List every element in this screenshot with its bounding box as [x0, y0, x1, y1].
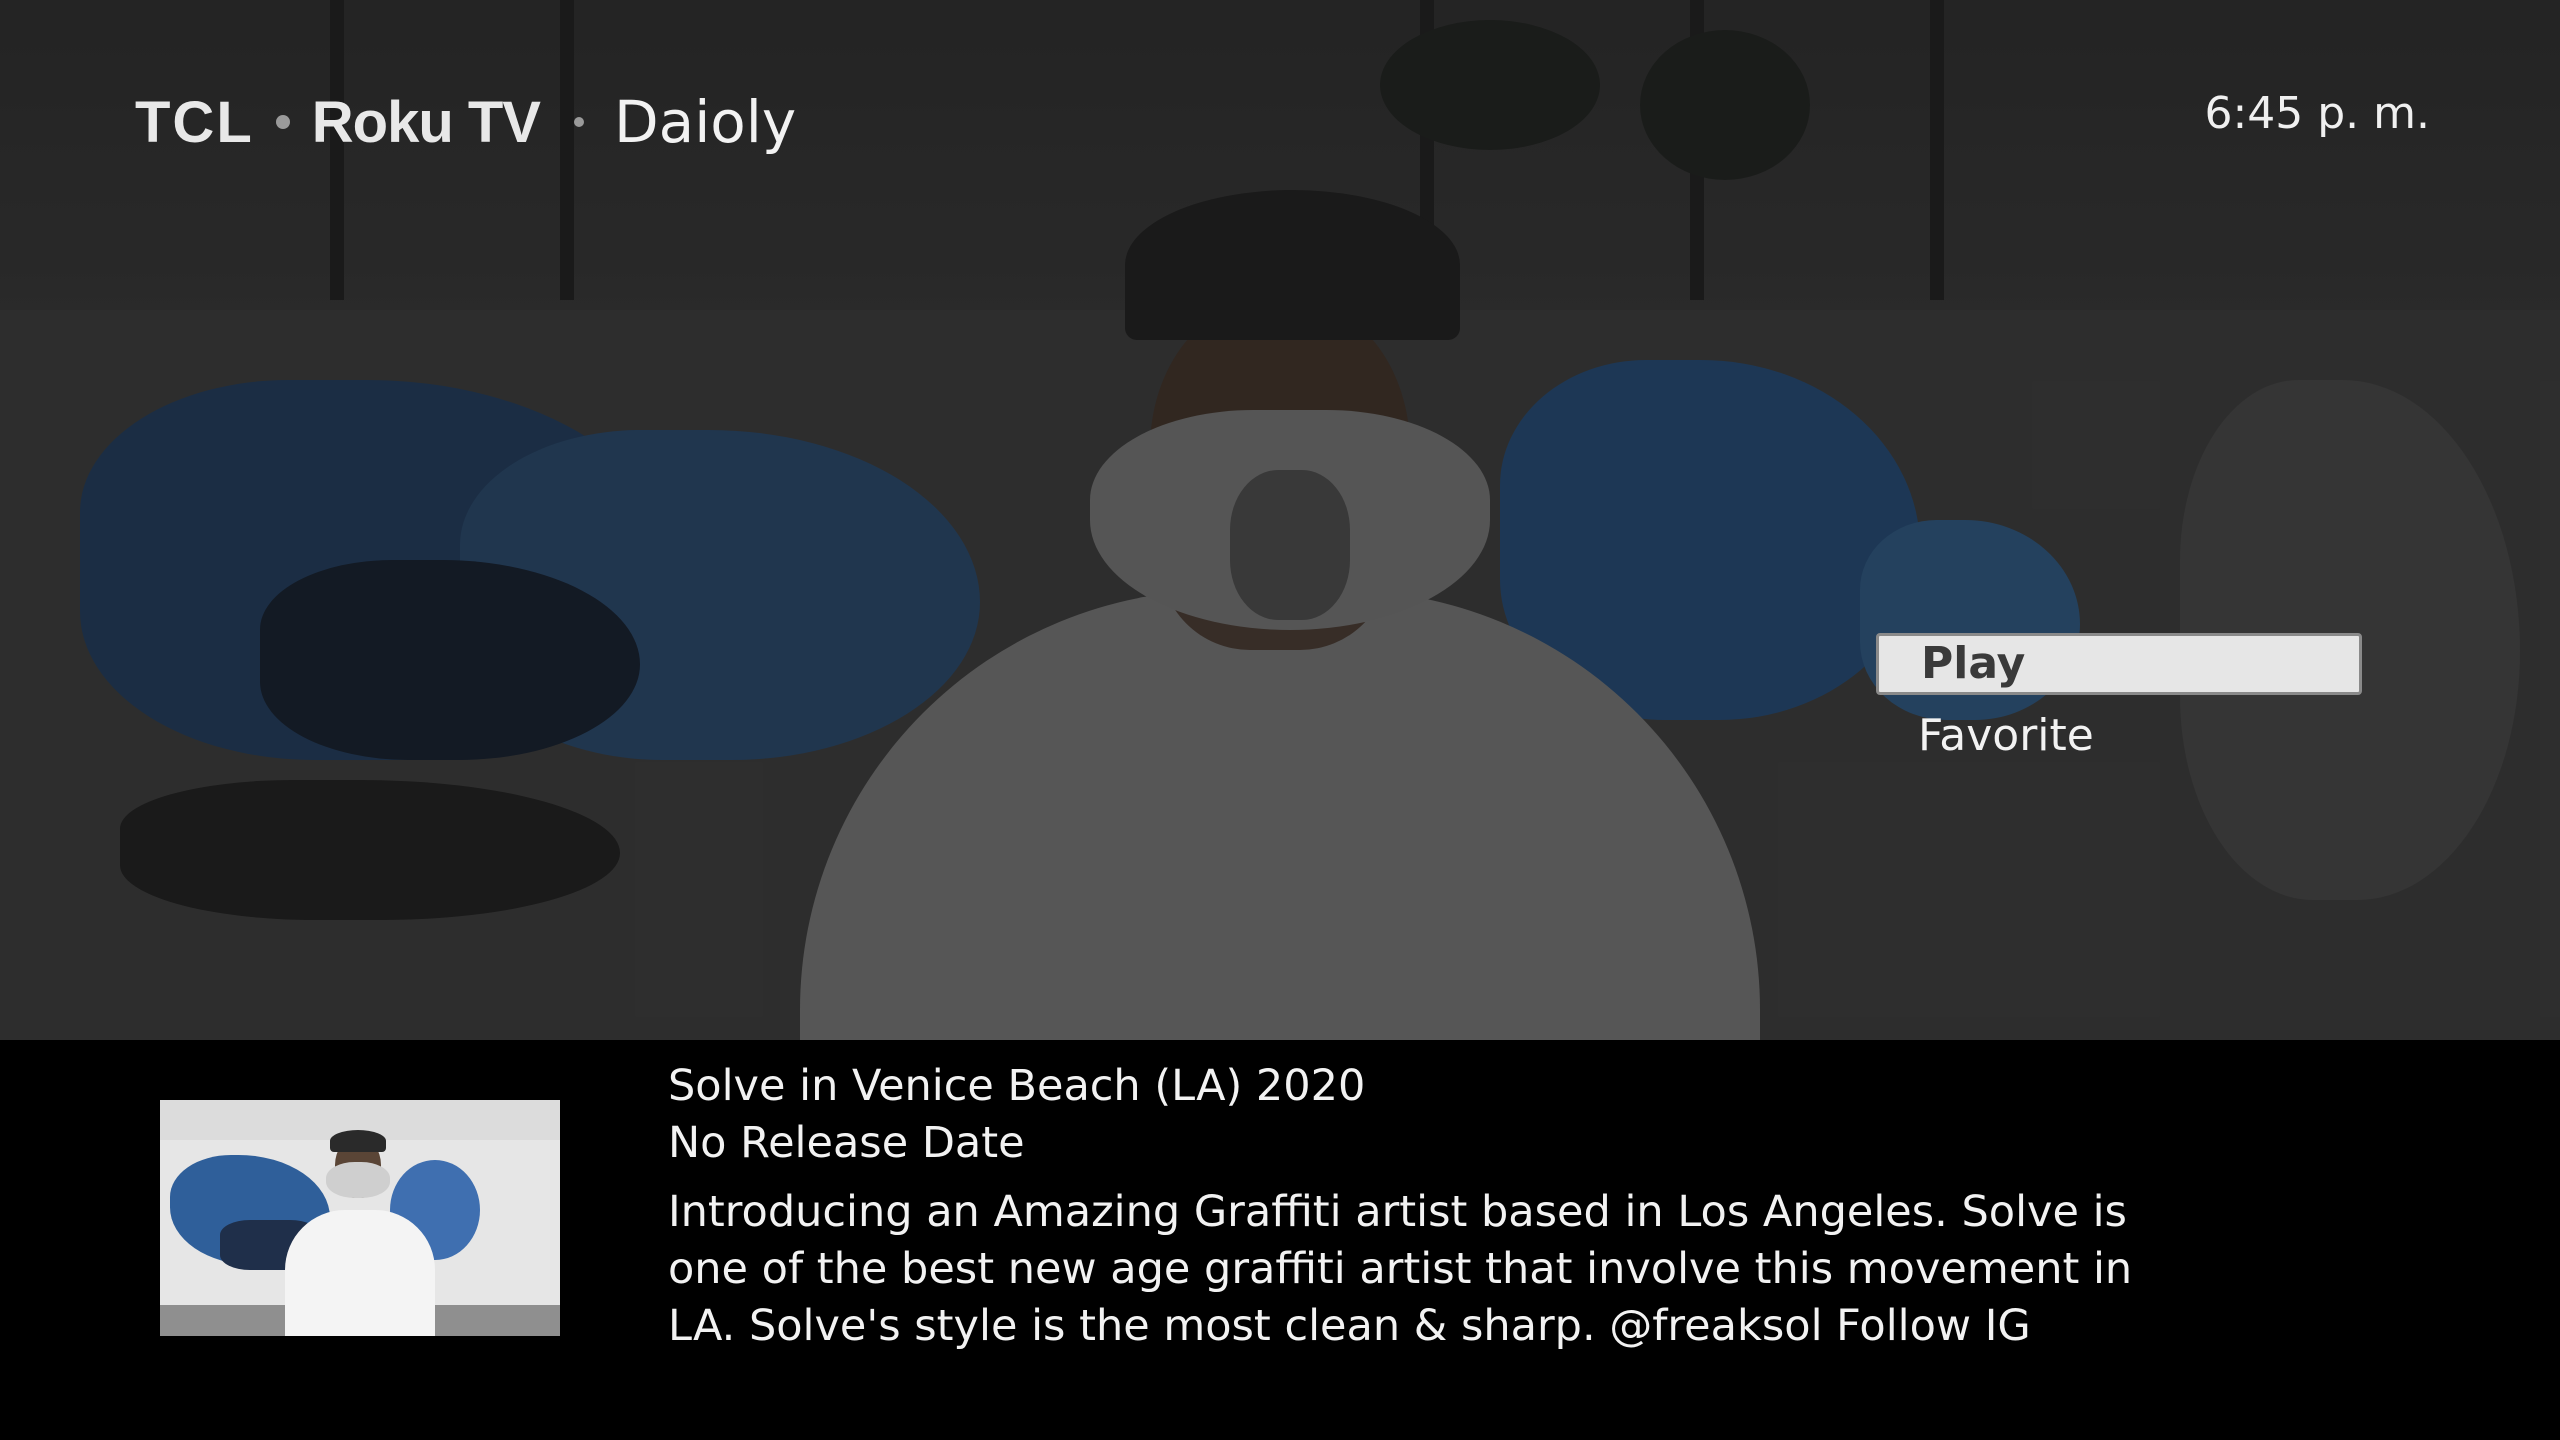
roku-details-screen: TCL Roku TV Daioly 6:45 p. m. Play Favor… [0, 0, 2560, 1440]
separator-dot [573, 117, 584, 127]
video-title: Solve in Venice Beach (LA) 2020 [668, 1061, 1366, 1111]
favorite-button[interactable]: Favorite [1876, 705, 2362, 767]
video-thumbnail [160, 1100, 560, 1336]
play-button[interactable]: Play [1876, 633, 2362, 695]
separator-dot [275, 115, 290, 129]
video-metadata: Solve in Venice Beach (LA) 2020 No Relea… [668, 1058, 2188, 1355]
thumbnail-person-shirt [285, 1210, 435, 1336]
channel-name: Daioly [613, 88, 797, 156]
release-date: No Release Date [668, 1118, 1025, 1168]
roku-tv-logo: Roku TV [311, 89, 541, 155]
action-menu: Play Favorite [1876, 633, 2362, 777]
tcl-logo: TCL [135, 89, 254, 155]
thumbnail-person-mask [326, 1162, 390, 1198]
thumbnail-person-hat [330, 1130, 386, 1152]
brand-header: TCL Roku TV Daioly [135, 82, 796, 162]
video-description: Introducing an Amazing Graffiti artist b… [668, 1187, 2133, 1351]
clock: 6:45 p. m. [2204, 88, 2430, 139]
